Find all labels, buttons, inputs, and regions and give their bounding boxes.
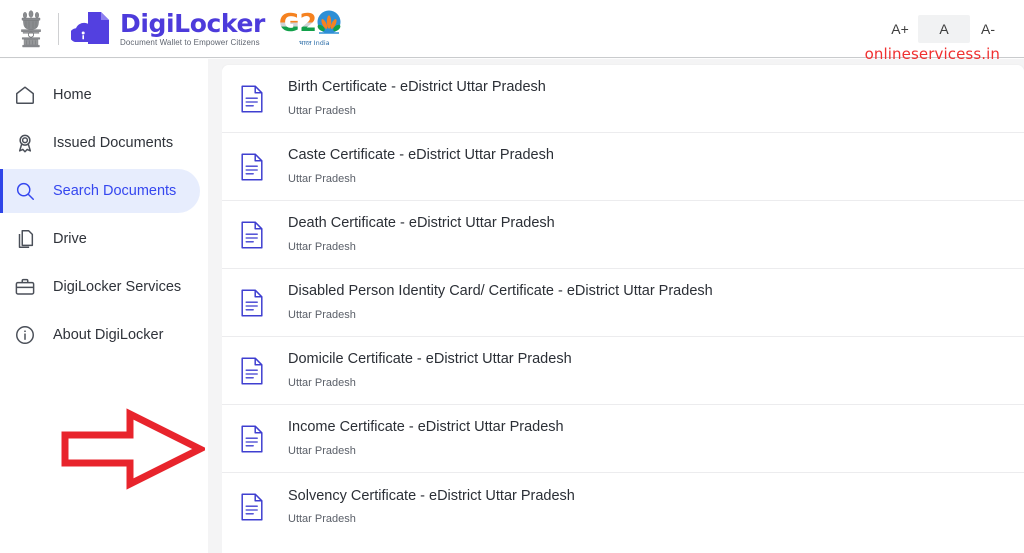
document-title: Death Certificate - eDistrict Uttar Prad…	[288, 215, 555, 232]
search-results-area: Birth Certificate - eDistrict Uttar Prad…	[208, 59, 1024, 553]
brand-name: DigiLocker	[120, 8, 265, 38]
document-title: Birth Certificate - eDistrict Uttar Prad…	[288, 79, 546, 96]
document-title: Caste Certificate - eDistrict Uttar Prad…	[288, 147, 554, 164]
document-text: Birth Certificate - eDistrict Uttar Prad…	[288, 79, 546, 118]
document-issuer: Uttar Pradesh	[288, 104, 356, 117]
sidebar-item-label: Issued Documents	[53, 135, 174, 151]
digilocker-cloud-document-icon	[71, 11, 109, 44]
g20-india-logo-icon: G2 भारत India	[279, 8, 341, 47]
document-title: Solvency Certificate - eDistrict Uttar P…	[288, 487, 575, 504]
font-decrease-button[interactable]: A-	[970, 15, 1006, 43]
sidebar-item-label: Drive	[53, 231, 87, 247]
sidebar-item-label: Home	[53, 87, 92, 103]
search-icon	[14, 180, 36, 202]
sidebar-item-label: DigiLocker Services	[53, 279, 182, 295]
digilocker-app: DigiLocker Document Wallet to Empower Ci…	[0, 0, 1024, 553]
document-icon	[241, 152, 263, 181]
info-circle-icon	[14, 324, 36, 346]
document-issuer: Uttar Pradesh	[288, 308, 356, 321]
document-icon	[241, 493, 263, 521]
document-text: Solvency Certificate - eDistrict Uttar P…	[288, 488, 575, 527]
document-text: Disabled Person Identity Card/ Certifica…	[288, 283, 713, 322]
award-ribbon-icon	[14, 132, 36, 154]
document-issuer: Uttar Pradesh	[288, 513, 356, 526]
home-icon	[14, 84, 36, 106]
india-national-emblem-icon	[21, 9, 41, 47]
svg-text:G2: G2	[279, 8, 317, 37]
list-item[interactable]: Income Certificate - eDistrict Uttar Pra…	[222, 405, 1024, 473]
digilocker-brand-logo[interactable]: DigiLocker Document Wallet to Empower Ci…	[71, 9, 265, 49]
sidebar-item-issued-documents[interactable]: Issued Documents	[0, 121, 200, 165]
font-increase-button[interactable]: A+	[882, 15, 918, 43]
list-item[interactable]: Caste Certificate - eDistrict Uttar Prad…	[222, 133, 1024, 201]
font-normal-button[interactable]: A	[918, 14, 970, 43]
document-icon	[241, 288, 263, 317]
document-issuer: Uttar Pradesh	[288, 172, 356, 185]
sidebar-item-label: Search Documents	[53, 183, 177, 199]
header-divider	[58, 12, 59, 45]
sidebar-item-digilocker-services[interactable]: DigiLocker Services	[0, 265, 200, 309]
font-size-controls: A+ A A-	[882, 14, 1006, 43]
document-issuer: Uttar Pradesh	[288, 444, 356, 457]
document-title: Income Certificate - eDistrict Uttar Pra…	[288, 419, 564, 436]
list-item[interactable]: Death Certificate - eDistrict Uttar Prad…	[222, 201, 1024, 269]
sidebar-item-label: About DigiLocker	[53, 327, 164, 343]
stacked-files-icon	[14, 228, 36, 250]
brand-tagline: Document Wallet to Empower Citizens	[120, 37, 260, 47]
sidebar-item-about-digilocker[interactable]: About DigiLocker	[0, 313, 200, 357]
document-text: Domicile Certificate - eDistrict Uttar P…	[288, 351, 572, 390]
site-watermark: onlineservicess.in	[864, 45, 1000, 63]
document-icon	[241, 356, 263, 385]
document-title: Domicile Certificate - eDistrict Uttar P…	[288, 351, 572, 368]
document-list-card: Birth Certificate - eDistrict Uttar Prad…	[222, 65, 1024, 553]
document-issuer: Uttar Pradesh	[288, 376, 356, 389]
document-text: Caste Certificate - eDistrict Uttar Prad…	[288, 147, 554, 186]
document-issuer: Uttar Pradesh	[288, 240, 356, 253]
list-item[interactable]: Solvency Certificate - eDistrict Uttar P…	[222, 473, 1024, 541]
g20-sublabel: भारत India	[299, 39, 330, 47]
sidebar-nav: Home Issued Documents Search Documents D…	[0, 59, 208, 553]
list-item[interactable]: Disabled Person Identity Card/ Certifica…	[222, 269, 1024, 337]
sidebar-item-drive[interactable]: Drive	[0, 217, 200, 261]
document-text: Income Certificate - eDistrict Uttar Pra…	[288, 419, 564, 458]
briefcase-icon	[14, 276, 36, 298]
document-icon	[241, 84, 263, 113]
list-item[interactable]: Domicile Certificate - eDistrict Uttar P…	[222, 337, 1024, 405]
sidebar-item-search-documents[interactable]: Search Documents	[0, 169, 200, 213]
list-item[interactable]: Birth Certificate - eDistrict Uttar Prad…	[222, 65, 1024, 133]
document-text: Death Certificate - eDistrict Uttar Prad…	[288, 215, 555, 254]
document-icon	[241, 424, 263, 453]
content-gutter	[208, 59, 222, 553]
document-title: Disabled Person Identity Card/ Certifica…	[288, 283, 713, 300]
sidebar-item-home[interactable]: Home	[0, 73, 200, 117]
document-icon	[241, 220, 263, 249]
